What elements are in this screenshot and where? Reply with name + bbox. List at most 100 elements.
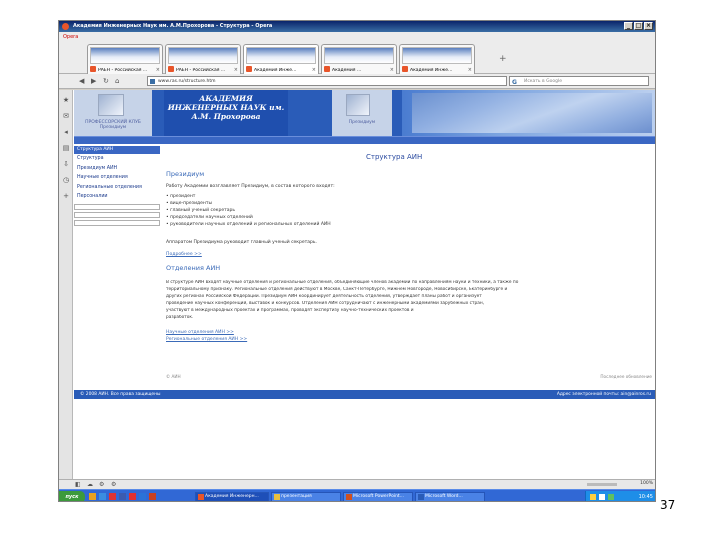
tab-thumbnail — [246, 47, 316, 64]
tab-label: РАЕН - Российская ... — [98, 68, 148, 73]
browser-status-bar: ◧ ☁ ⚙ ⚙ 100% — [59, 479, 655, 489]
address-text: www.ras.ru/structure.htm — [158, 79, 216, 84]
zoom-slider[interactable] — [587, 483, 617, 486]
tab-close-icon[interactable]: × — [468, 67, 472, 73]
address-field[interactable]: www.ras.ru/structure.htm — [147, 76, 507, 86]
sidebar-input-box[interactable] — [74, 211, 160, 218]
sidebar-item-structure[interactable]: Структура — [74, 154, 160, 164]
browser-tab-active[interactable]: Академия Инже... × — [243, 44, 319, 74]
opera-icon — [198, 494, 204, 500]
section-title-departments[interactable]: Отделения АИН — [166, 264, 220, 272]
slide-number: 37 — [660, 498, 676, 512]
tab-favicon-icon — [402, 66, 408, 72]
sidebar-item-regional-departments[interactable]: Региональные отделения — [74, 183, 160, 193]
header-logo-tile: ПРОФЕССОРСКИЙ КЛУБ Президиум — [74, 90, 152, 136]
taskbar-item[interactable]: Microsoft PowerPoint... — [343, 492, 413, 501]
science-departments-link[interactable]: Научные отделения АИН >> — [166, 330, 234, 335]
paragraph-line: участвуют в международных проектах и про… — [166, 308, 414, 313]
task-label: презентация — [281, 494, 312, 499]
chat-icon[interactable]: ◂ — [62, 128, 70, 136]
task-label: Microsoft Word... — [425, 494, 463, 499]
taskbar-item[interactable]: Академия Инженерн... — [195, 492, 269, 501]
search-placeholder: Искать в Google — [524, 79, 562, 84]
tab-favicon-icon — [168, 66, 174, 72]
paragraph-line: территориальному признаку. Региональные … — [166, 287, 508, 292]
tab-label: Академия Инже... — [254, 68, 297, 73]
transfers-icon[interactable]: ⇩ — [62, 160, 70, 168]
minimize-button[interactable]: _ — [624, 22, 633, 30]
header-title-tile: АКАДЕМИЯ ИНЖЕНЕРНЫХ НАУК им. А.М. Прохор… — [164, 90, 288, 136]
system-tray: 10:45 — [585, 491, 655, 501]
task-label: Microsoft PowerPoint... — [353, 494, 404, 499]
header-caption-left[interactable]: ПРОФЕССОРСКИЙ КЛУБ Президиум — [80, 120, 146, 130]
site-favicon-icon — [150, 79, 155, 84]
windows-taskbar: пуск Академия Инженерн... презентация Mi… — [59, 489, 655, 501]
browser-tab[interactable]: Академия ... × — [321, 44, 397, 74]
footer-email-link[interactable]: Адрес электронной почты: ain@ainros.ru — [557, 390, 651, 399]
paragraph-line: разработок. — [166, 315, 194, 320]
opera-side-panel: ★ ✉ ◂ ▤ ⇩ ◷ + — [59, 90, 73, 479]
reload-icon[interactable]: ↻ — [103, 77, 109, 85]
browser-tab[interactable]: РАЕН - Российская ... × — [87, 44, 163, 74]
list-item: • руководители научных отделений и регио… — [166, 222, 331, 227]
notes-icon[interactable]: ▤ — [62, 144, 70, 152]
taskbar-item[interactable]: презентация — [271, 492, 341, 501]
tray-icon[interactable] — [590, 494, 596, 500]
settings-icon[interactable]: ⚙ — [111, 481, 116, 488]
close-button[interactable]: × — [644, 22, 653, 30]
search-field[interactable]: G Искать в Google — [509, 76, 649, 86]
quicklaunch-icon[interactable] — [149, 493, 156, 500]
footer-copyright: © 2008 АИН. Все права защищены — [80, 392, 161, 397]
sidebar-item-science-departments[interactable]: Научные отделения — [74, 173, 160, 183]
header-caption-right[interactable]: Президиум — [334, 120, 390, 125]
tray-icon[interactable] — [599, 494, 605, 500]
zoom-level[interactable]: 100% — [640, 481, 653, 486]
regional-departments-link[interactable]: Региональные отделения АИН >> — [166, 337, 247, 342]
tab-close-icon[interactable]: × — [156, 67, 160, 73]
maximize-button[interactable]: □ — [634, 22, 643, 30]
quicklaunch-icon[interactable] — [89, 493, 96, 500]
opera-icon — [62, 23, 69, 30]
quicklaunch-icon[interactable] — [99, 493, 106, 500]
site-title: АКАДЕМИЯ ИНЖЕНЕРНЫХ НАУК им. А.М. Прохор… — [167, 94, 285, 121]
turbo-icon[interactable]: ☁ — [87, 481, 93, 488]
sidebar-item-presidium[interactable]: Президиум АИН — [74, 164, 160, 174]
unite-icon[interactable]: ⚙ — [99, 481, 104, 488]
forward-arrow-icon[interactable]: ▶ — [91, 77, 96, 85]
quicklaunch-icon[interactable] — [129, 493, 136, 500]
section-title-presidium[interactable]: Президиум — [166, 170, 204, 178]
quicklaunch-icon[interactable] — [139, 493, 146, 500]
tab-close-icon[interactable]: × — [312, 67, 316, 73]
tray-icon[interactable] — [608, 494, 614, 500]
browser-tab[interactable]: Академия Инже... × — [399, 44, 475, 74]
paragraph-line: В структуре АИН входят научные отделения… — [166, 280, 519, 285]
taskbar-item[interactable]: Microsoft Word... — [415, 492, 485, 501]
list-item: • председатели научных отделений — [166, 215, 253, 220]
footer-meta: © АИН Последнее обновление — [166, 374, 652, 382]
tab-label: РАЕН - Российская ... — [176, 68, 226, 73]
history-icon[interactable]: ◷ — [62, 176, 70, 184]
window-controls: _ □ × — [624, 22, 653, 30]
quicklaunch-icon[interactable] — [109, 493, 116, 500]
taskbar-clock: 10:45 — [638, 494, 653, 500]
sidebar-input-box[interactable] — [74, 219, 160, 226]
home-icon[interactable]: ⌂ — [115, 77, 119, 85]
lab-photo-image — [412, 93, 652, 133]
browser-tab[interactable]: РАЕН - Российская ... × — [165, 44, 241, 74]
tab-close-icon[interactable]: × — [234, 67, 238, 73]
bookmarks-star-icon[interactable]: ★ — [62, 96, 70, 104]
page-title: Структура АИН — [366, 153, 423, 161]
new-tab-button[interactable]: + — [499, 54, 507, 64]
quicklaunch-icon[interactable] — [119, 493, 126, 500]
start-button[interactable]: пуск — [59, 491, 85, 501]
mail-icon[interactable]: ✉ — [62, 112, 70, 120]
add-panel-icon[interactable]: + — [62, 192, 70, 200]
more-link[interactable]: Подробнее >> — [166, 252, 202, 257]
sidebar-input-box[interactable] — [74, 203, 160, 210]
opera-menu-button[interactable]: Opera — [63, 34, 78, 40]
sidebar-item-persons[interactable]: Персоналии — [74, 192, 160, 202]
presidium-image — [346, 94, 370, 116]
tab-close-icon[interactable]: × — [390, 67, 394, 73]
panel-toggle-icon[interactable]: ◧ — [75, 481, 81, 488]
back-arrow-icon[interactable]: ◀ — [79, 77, 84, 85]
